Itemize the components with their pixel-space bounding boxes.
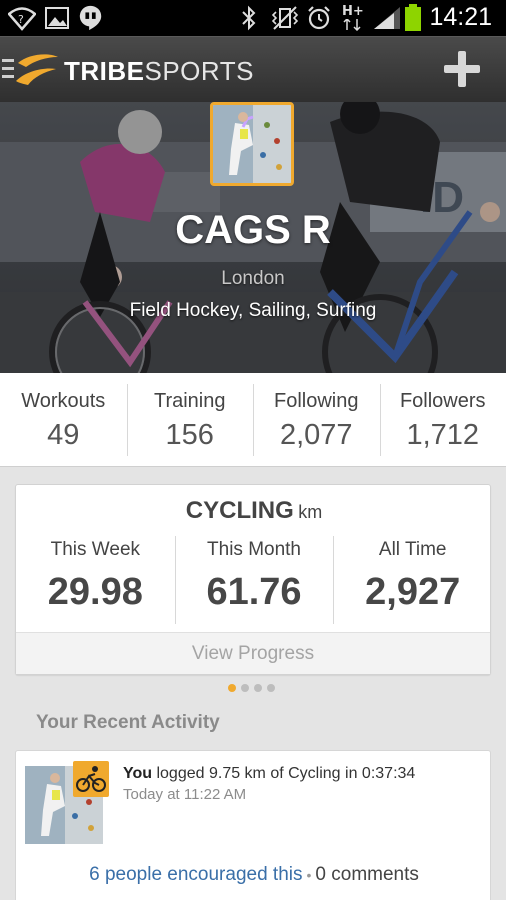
period-label: This Month: [207, 539, 301, 560]
wifi-question-icon: ?: [8, 7, 36, 31]
stat-value: 49: [47, 419, 80, 451]
stat-workouts[interactable]: Workouts 49: [0, 373, 127, 466]
brand-name-part1: TRIBE: [64, 56, 145, 86]
tribesports-logo-icon[interactable]: [14, 53, 60, 87]
bluetooth-icon: [242, 5, 256, 31]
activity-item[interactable]: You logged 9.75 km of Cycling in 0:37:34…: [15, 750, 491, 900]
encouraged-link[interactable]: 6 people encouraged this: [89, 864, 302, 885]
activity-actor[interactable]: You: [123, 765, 152, 782]
stat-value: 156: [165, 419, 214, 451]
period-value: 61.76: [206, 571, 302, 613]
card-sport: CYCLING: [185, 497, 294, 524]
recent-activity-heading: Your Recent Activity: [36, 712, 220, 733]
period-this-week: This Week 29.98: [16, 532, 175, 626]
svg-text:?: ?: [18, 13, 24, 26]
stat-value: 1,712: [406, 419, 480, 451]
activity-text: You logged 9.75 km of Cycling in 0:37:34: [123, 763, 483, 784]
card-columns: This Week 29.98 This Month 61.76 All Tim…: [16, 532, 492, 626]
stat-label: Training: [153, 390, 226, 412]
pager-dot[interactable]: [267, 684, 275, 692]
alarm-icon: [308, 6, 330, 30]
stat-followers[interactable]: Followers 1,712: [379, 373, 506, 466]
card-pager[interactable]: [228, 684, 275, 692]
pager-dot[interactable]: [254, 684, 262, 692]
comments-link[interactable]: 0 comments: [315, 864, 418, 885]
stat-label: Following: [274, 390, 359, 412]
pager-dot-active[interactable]: [228, 684, 236, 692]
separator-dot: •: [306, 867, 312, 883]
add-button[interactable]: [444, 51, 480, 87]
cycling-summary-card: CYCLING km This Week 29.98 This Month 61…: [15, 484, 491, 675]
activity-description: logged 9.75 km of Cycling in 0:37:34: [152, 765, 416, 782]
network-label: H+: [342, 4, 364, 19]
signal-icon: [374, 7, 400, 29]
profile-name: CAGS R: [175, 208, 331, 252]
stat-training[interactable]: Training 156: [126, 373, 254, 466]
vibrate-icon: [271, 6, 299, 30]
period-this-month: This Month 61.76: [174, 532, 334, 626]
brand-name[interactable]: TRIBESPORTS: [64, 56, 254, 87]
activity-time: Today at 11:22 AM: [123, 786, 247, 803]
stat-value: 2,077: [279, 419, 353, 451]
stats-row: Workouts 49 Training 156 Following 2,077…: [0, 373, 506, 467]
status-bar: ? H+ 14:21: [0, 0, 506, 36]
period-value: 29.98: [47, 571, 143, 613]
avatar[interactable]: [210, 102, 294, 186]
stat-label: Workouts: [21, 390, 106, 412]
hangouts-icon: [79, 5, 102, 31]
stat-following[interactable]: Following 2,077: [253, 373, 380, 466]
period-label: This Week: [50, 539, 141, 560]
period-all-time: All Time 2,927: [333, 532, 492, 626]
clock: 14:21: [429, 3, 492, 31]
cycling-icon: [73, 761, 109, 797]
pager-dot[interactable]: [241, 684, 249, 692]
app-bar: TRIBESPORTS: [0, 36, 506, 102]
avatar-photo: [213, 105, 291, 183]
period-value: 2,927: [365, 571, 461, 613]
profile-header: ID CAGS R London Field Hockey, Sailing, …: [0, 102, 506, 373]
card-title: CYCLING km: [16, 497, 492, 525]
brand-name-part2: SPORTS: [144, 56, 254, 86]
image-icon: [45, 7, 69, 29]
card-unit: km: [298, 502, 323, 522]
activity-footer: 6 people encouraged this • 0 comments: [16, 864, 492, 886]
period-label: All Time: [378, 539, 447, 560]
battery-icon: [405, 4, 421, 31]
hamburger-icon[interactable]: [2, 59, 14, 79]
view-progress-button[interactable]: View Progress: [16, 632, 490, 674]
profile-sports: Field Hockey, Sailing, Surfing: [129, 300, 377, 321]
profile-location: London: [221, 268, 285, 289]
stat-label: Followers: [399, 390, 486, 412]
hplus-data-icon: H+: [342, 4, 366, 32]
